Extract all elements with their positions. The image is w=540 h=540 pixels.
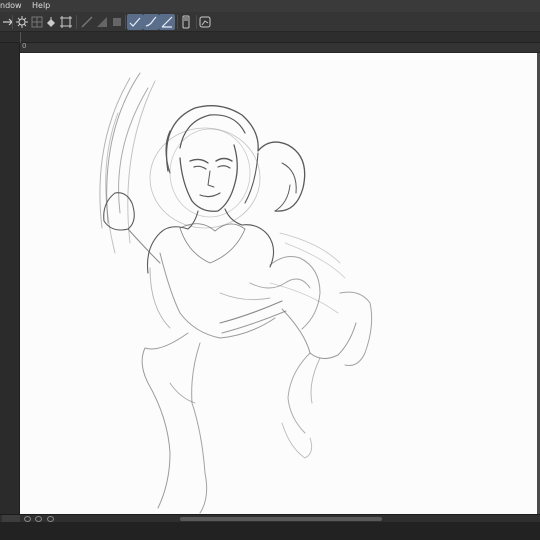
- ruler-button[interactable]: [127, 14, 143, 30]
- canvas-area[interactable]: [20, 53, 540, 514]
- toolbar-divider: [76, 15, 77, 29]
- ruler-origin-label: 0: [22, 42, 27, 50]
- menu-bar: ndow Help: [0, 0, 540, 12]
- ruler-fix-icon: [161, 16, 173, 28]
- bottom-dock: [0, 522, 540, 540]
- square-icon: [113, 18, 121, 26]
- command-bar: [0, 12, 540, 32]
- zoom-box[interactable]: [2, 515, 20, 522]
- transform-button[interactable]: [58, 14, 74, 30]
- phone-icon: [182, 15, 190, 29]
- companion-button[interactable]: [197, 14, 213, 30]
- chart-icon: [199, 16, 211, 28]
- transform-icon: [60, 16, 72, 28]
- menu-window[interactable]: ndow: [0, 0, 22, 12]
- ruler-curve-icon: [145, 16, 157, 27]
- left-dock: [0, 43, 20, 514]
- ruler-fix-button[interactable]: [159, 14, 175, 30]
- settings-button[interactable]: [14, 14, 30, 30]
- tab-strip: [0, 32, 540, 43]
- shape-icon: [97, 17, 107, 27]
- brush-icon: [81, 16, 93, 28]
- device-button[interactable]: [178, 14, 194, 30]
- shape-button[interactable]: [94, 14, 110, 30]
- menu-help[interactable]: Help: [32, 0, 50, 12]
- gear-icon: [16, 16, 28, 28]
- horizontal-ruler: 0: [20, 42, 540, 53]
- toolbar-divider: [12, 15, 13, 29]
- horizontal-scrollbar[interactable]: [180, 517, 382, 521]
- fill-icon: [47, 17, 55, 27]
- brush-button[interactable]: [79, 14, 95, 30]
- fill-button[interactable]: [43, 14, 59, 30]
- ruler-curve-button[interactable]: [143, 14, 159, 30]
- tab-divider: [20, 32, 21, 43]
- navigator-bar: [0, 514, 540, 522]
- square-button[interactable]: [109, 14, 125, 30]
- grid-icon: [31, 16, 43, 28]
- ruler-icon: [129, 17, 141, 27]
- canvas-paper[interactable]: [20, 53, 537, 514]
- toolbar-divider: [125, 15, 126, 29]
- sketch-drawing: [99, 72, 373, 514]
